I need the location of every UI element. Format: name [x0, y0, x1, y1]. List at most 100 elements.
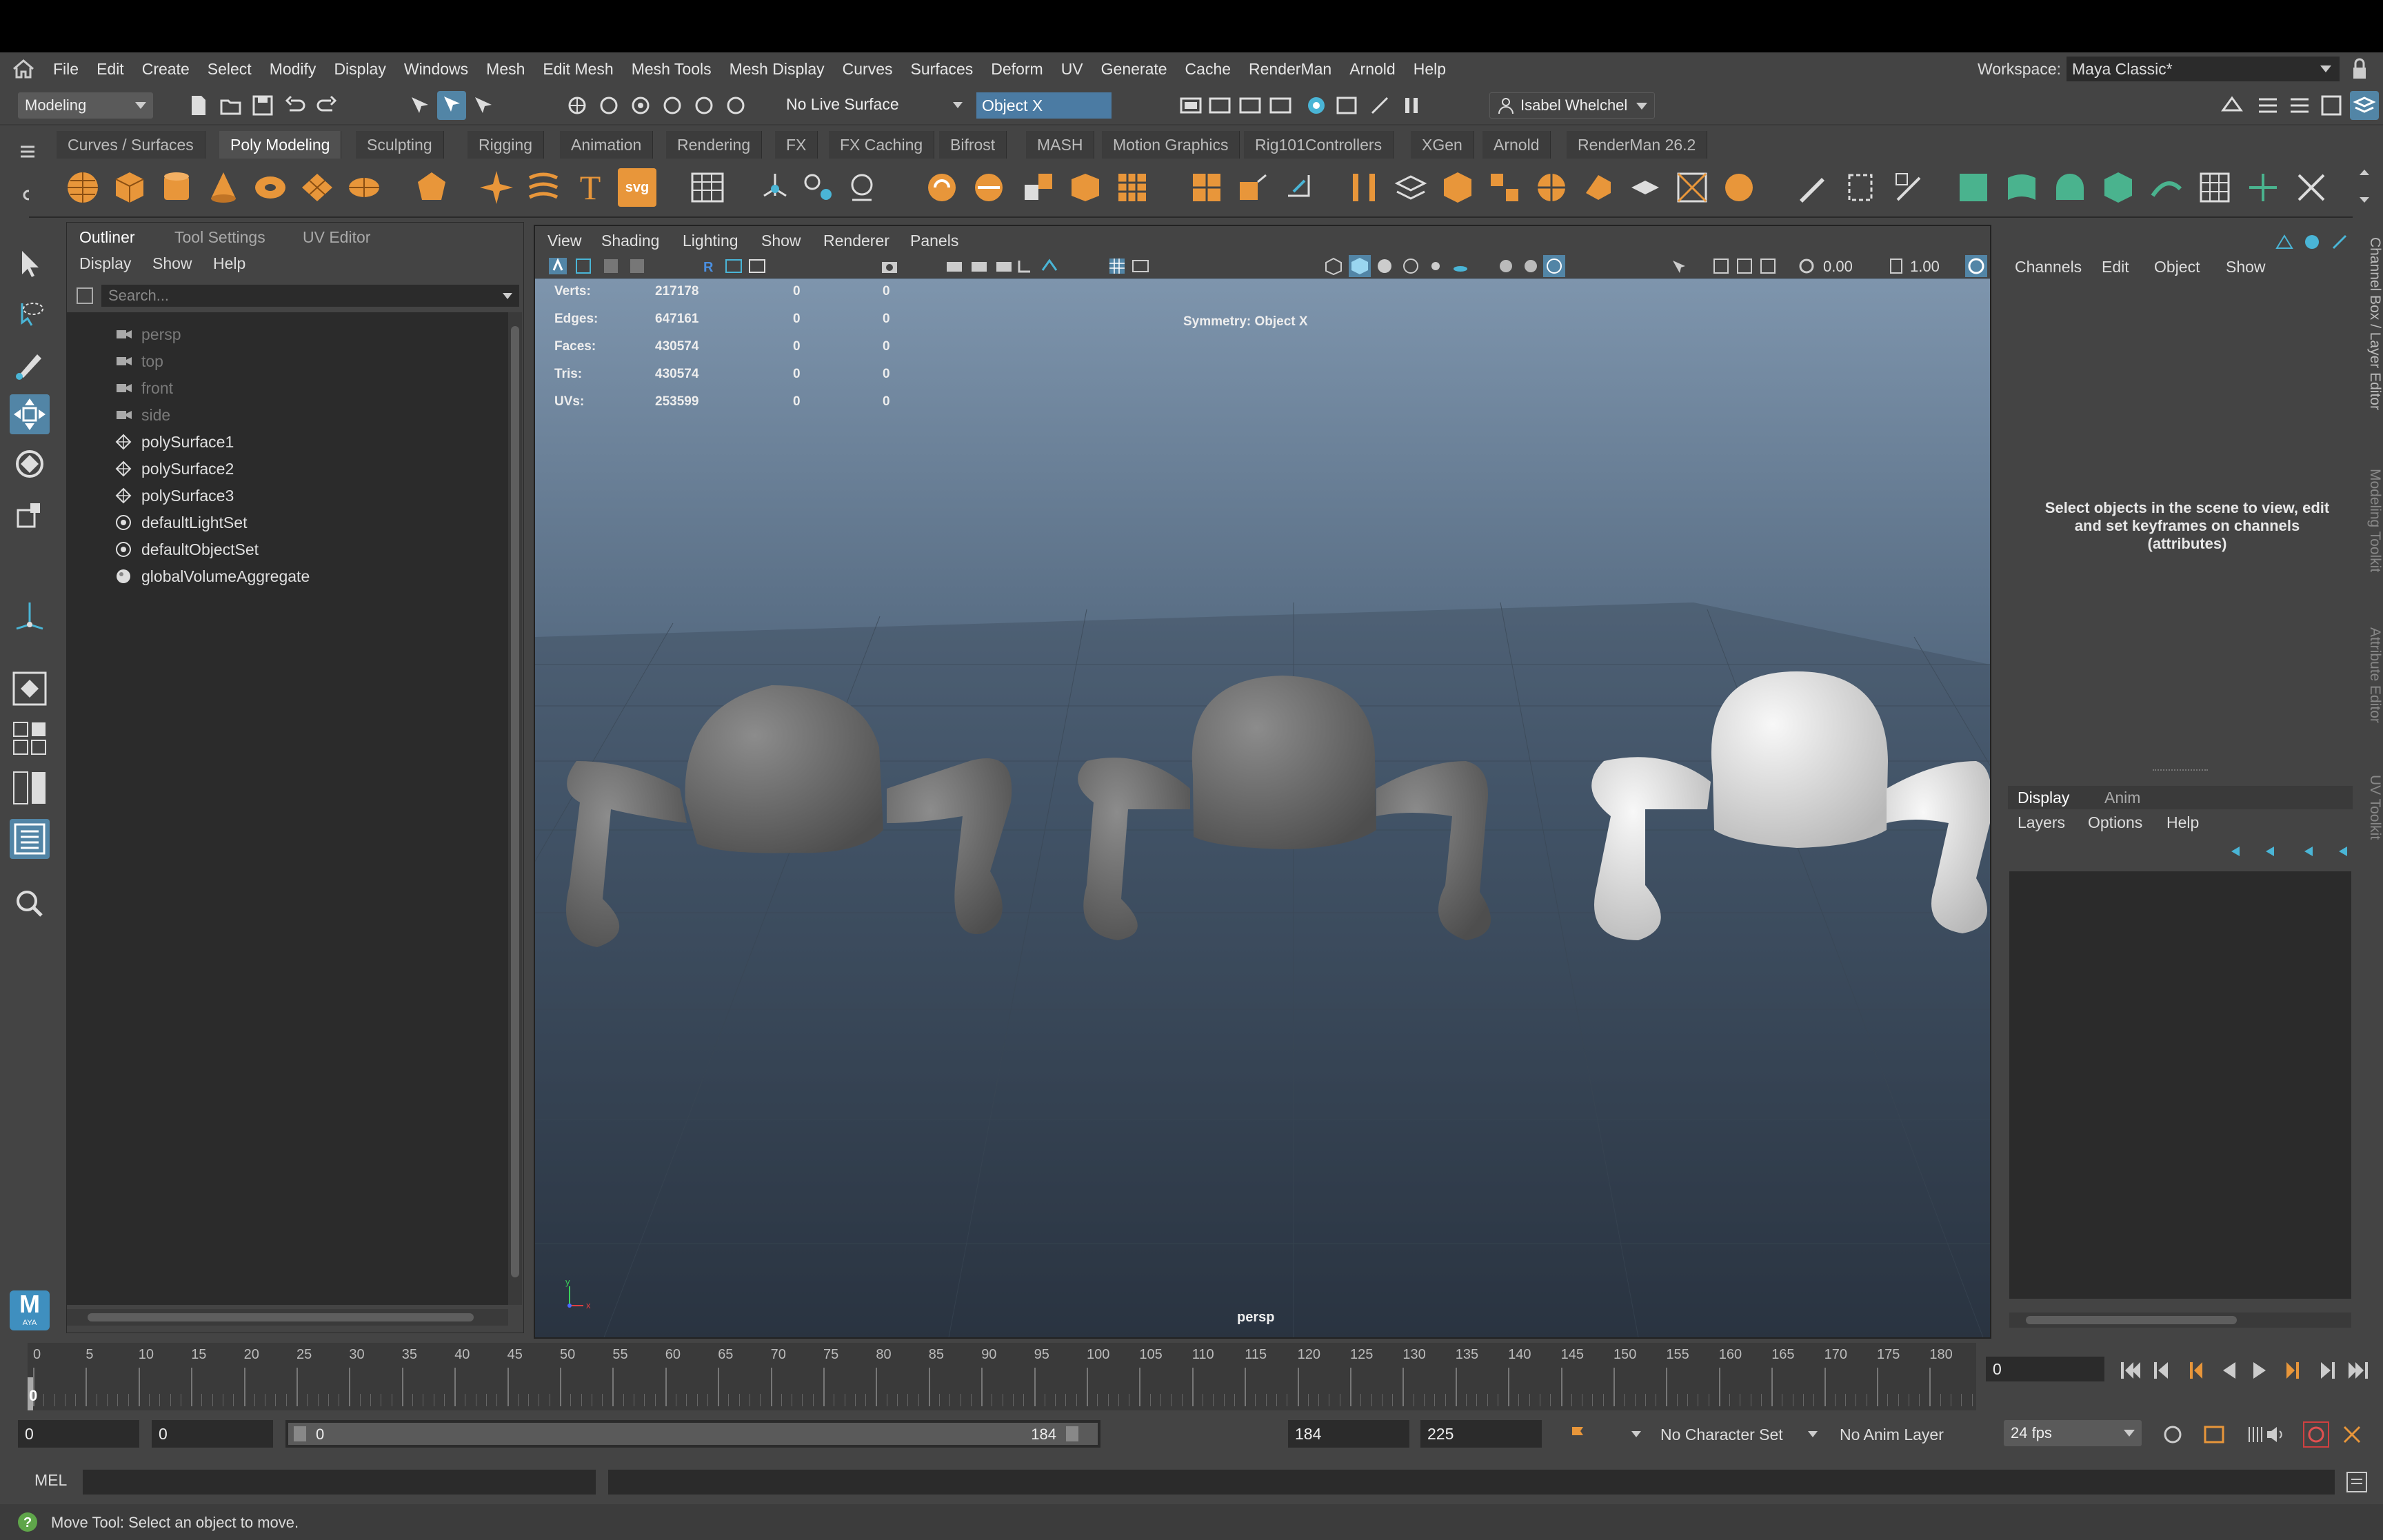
outliner-menu-help[interactable]: Help — [213, 254, 245, 273]
outliner-menu-display[interactable]: Display — [79, 254, 131, 273]
go-to-end-icon[interactable] — [2349, 1362, 2368, 1379]
merge-to-center-icon[interactable] — [1673, 168, 1711, 207]
outliner-item-side[interactable]: side — [115, 403, 170, 427]
side-tab-attribute-editor[interactable]: Attribute Editor — [2358, 627, 2383, 751]
paint-select-tool-icon[interactable] — [10, 345, 50, 385]
renderman-icon[interactable] — [1335, 94, 1358, 117]
range-slider-handle[interactable]: 0 184 — [288, 1423, 1098, 1445]
step-forward-key-icon[interactable] — [2321, 1362, 2335, 1379]
record-button[interactable] — [2303, 1421, 2329, 1448]
shelf-tab-sculpting[interactable]: Sculpting — [356, 131, 444, 159]
redo-icon[interactable] — [314, 94, 338, 117]
menu-edit-mesh[interactable]: Edit Mesh — [534, 60, 622, 79]
ipr-render-icon[interactable] — [1208, 94, 1231, 117]
snap-live-icon[interactable] — [724, 94, 747, 117]
shelf-tab-mash[interactable]: MASH — [1026, 131, 1095, 159]
bookmarks-icon[interactable] — [601, 256, 621, 276]
resolution-icon[interactable] — [1758, 256, 1778, 276]
range-end-grip[interactable] — [1066, 1426, 1078, 1441]
chevron-down-icon[interactable] — [1631, 1431, 1641, 1437]
menu-mesh[interactable]: Mesh — [477, 60, 534, 79]
undo-icon[interactable] — [284, 94, 308, 117]
boolean-icon[interactable] — [969, 168, 1008, 207]
shelf-tab-arnold[interactable]: Arnold — [1482, 131, 1551, 159]
sound-icon[interactable] — [2264, 1423, 2288, 1446]
snap-curve-icon[interactable] — [597, 94, 621, 117]
poly-cube-icon[interactable] — [110, 168, 149, 207]
sew-uv-icon[interactable] — [2292, 168, 2331, 207]
sweep-mesh-icon[interactable] — [524, 168, 563, 207]
animation-end-input[interactable]: 225 — [1420, 1420, 1542, 1448]
gamma-value[interactable]: 1.00 — [1910, 258, 1940, 276]
ambient-occlusion-icon[interactable] — [1496, 256, 1516, 276]
menu-help[interactable]: Help — [1405, 60, 1455, 79]
poly-disc-icon[interactable] — [345, 168, 383, 207]
wireframe-shaded-icon[interactable] — [1324, 256, 1343, 276]
side-tab-modeling-toolkit[interactable]: Modeling Toolkit — [2358, 469, 2383, 607]
menu-display[interactable]: Display — [325, 60, 394, 79]
camera-attributes-icon[interactable] — [574, 256, 593, 276]
shelf-tab-xgen[interactable]: XGen — [1411, 131, 1474, 159]
snap-point-icon[interactable] — [629, 94, 652, 117]
playback-start-input[interactable]: 0 — [152, 1420, 273, 1448]
uv-planar-icon[interactable] — [1954, 168, 1993, 207]
channel-menu-object[interactable]: Object — [2154, 258, 2200, 276]
shelf-scroll-arrows-icon[interactable] — [2357, 165, 2372, 207]
uv-spherical-icon[interactable] — [2051, 168, 2089, 207]
animation-start-input[interactable]: 0 — [18, 1420, 139, 1448]
mesh-grid-icon[interactable] — [688, 168, 727, 207]
snapshot-icon[interactable] — [747, 256, 767, 276]
select-objects-button[interactable] — [437, 91, 466, 120]
mel-input[interactable] — [83, 1470, 596, 1495]
time-slider[interactable]: 0 5 10 15 20 25 30 35 40 45 50 55 60 65 70 75 80 85 90 95 10… — [0, 1343, 2383, 1410]
playback-end-input[interactable]: 184 — [1288, 1420, 1409, 1448]
separate-icon[interactable] — [800, 168, 838, 207]
collapse-icon[interactable] — [1579, 168, 1618, 207]
type-tool-icon[interactable]: T — [571, 168, 610, 207]
play-backwards-icon[interactable] — [2223, 1362, 2235, 1379]
channel-menu-show[interactable]: Show — [2226, 258, 2266, 276]
menu-arnold[interactable]: Arnold — [1340, 60, 1404, 79]
menu-file[interactable]: File — [44, 60, 88, 79]
multi-cut-icon[interactable] — [1187, 168, 1226, 207]
bevel-icon[interactable] — [1281, 168, 1320, 207]
poly-cone-icon[interactable] — [204, 168, 243, 207]
panel-splitter[interactable] — [2153, 769, 2208, 772]
outliner-horizontal-scrollbar[interactable] — [67, 1309, 508, 1326]
workspace-dropdown[interactable]: Maya Classic* — [2067, 57, 2340, 81]
menu-modify[interactable]: Modify — [261, 60, 325, 79]
perspective-viewport[interactable]: View Shading Lighting Show Renderer Pane… — [534, 225, 1991, 1339]
side-tab-uv-toolkit[interactable]: UV Toolkit — [2358, 775, 2383, 864]
chevron-down-icon[interactable] — [1808, 1431, 1818, 1437]
viewport-menu-renderer[interactable]: Renderer — [823, 232, 889, 250]
outliner-menu-show[interactable]: Show — [152, 254, 192, 273]
new-scene-icon[interactable] — [186, 94, 210, 117]
user-account-dropdown[interactable]: Isabel Whelchel — [1489, 92, 1655, 119]
camera-icon[interactable] — [880, 256, 899, 276]
side-tab-channel-box[interactable]: Channel Box / Layer Editor — [2358, 237, 2383, 444]
extract-icon[interactable] — [923, 168, 961, 207]
command-language-label[interactable]: MEL — [34, 1471, 67, 1490]
exposure-value[interactable]: 0.00 — [1823, 258, 1853, 276]
menu-select[interactable]: Select — [199, 60, 261, 79]
two-d-pan-icon[interactable]: R — [699, 256, 718, 276]
tab-uv-editor[interactable]: UV Editor — [303, 228, 370, 247]
wedge-icon[interactable] — [1485, 168, 1524, 207]
viewport-menu-lighting[interactable]: Lighting — [683, 232, 738, 250]
quad-draw-icon[interactable] — [1793, 168, 1831, 207]
tab-outliner[interactable]: Outliner — [79, 228, 135, 247]
menu-edit[interactable]: Edit — [88, 60, 133, 79]
outliner-item-defaultlightset[interactable]: defaultLightSet — [115, 510, 247, 535]
menu-windows[interactable]: Windows — [395, 60, 477, 79]
select-hierarchy-icon[interactable] — [408, 94, 432, 117]
shelf-tab-rigging[interactable]: Rigging — [467, 131, 544, 159]
layer-action-icons[interactable] — [2215, 841, 2353, 862]
viewport-menu-panels[interactable]: Panels — [910, 232, 958, 250]
grid-fill-icon[interactable] — [1113, 168, 1152, 207]
open-scene-icon[interactable] — [219, 94, 243, 117]
search-icon[interactable] — [10, 884, 50, 924]
scrollbar-thumb[interactable] — [88, 1313, 474, 1321]
step-back-key-icon[interactable] — [2154, 1362, 2168, 1379]
layer-tab-display[interactable]: Display — [2018, 789, 2069, 807]
chevron-down-icon[interactable] — [953, 102, 963, 108]
